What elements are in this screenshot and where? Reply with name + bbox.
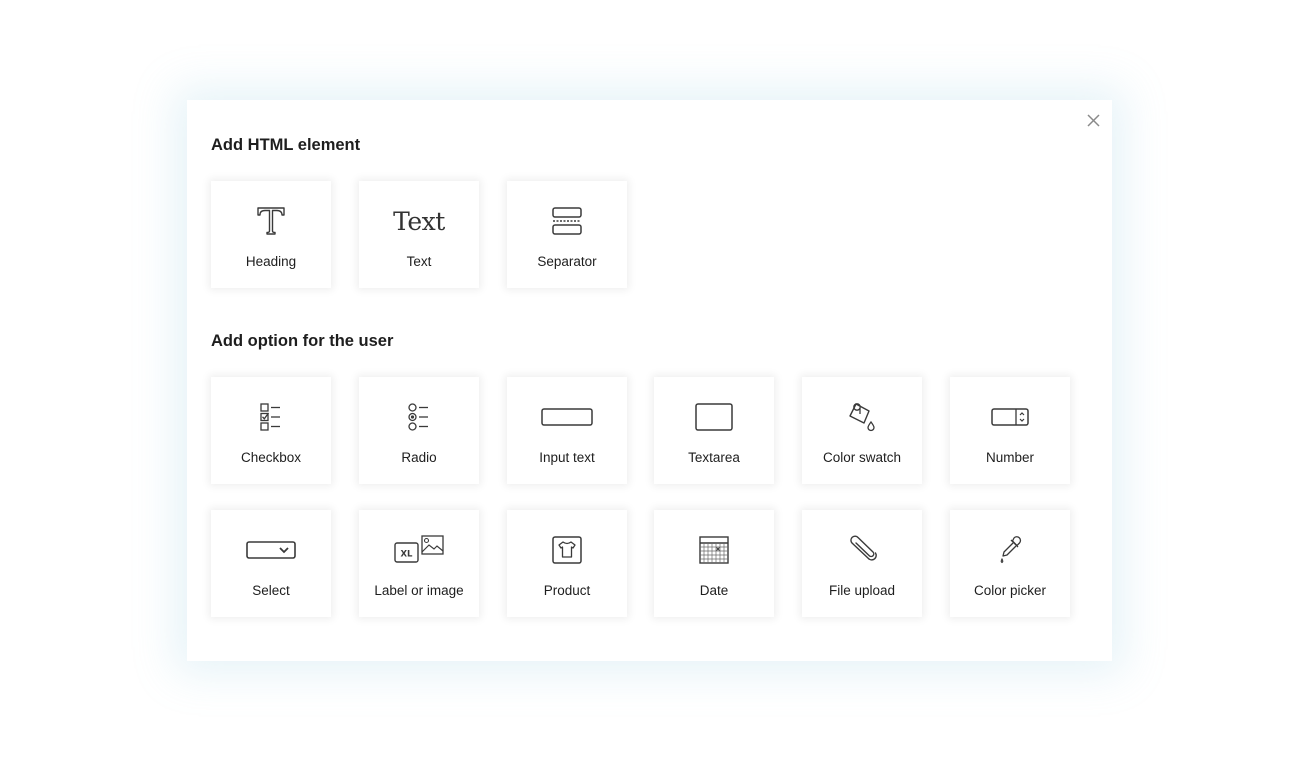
element-card-text[interactable]: Text Text	[359, 181, 479, 288]
option-card-color-swatch[interactable]: Color swatch	[802, 377, 922, 484]
radio-icon	[359, 395, 479, 439]
card-label: Separator	[537, 254, 597, 269]
option-card-file-upload[interactable]: File upload	[802, 510, 922, 617]
input-text-icon	[507, 395, 627, 439]
option-card-number[interactable]: Number	[950, 377, 1070, 484]
heading-icon	[211, 199, 331, 243]
card-label: Date	[699, 583, 729, 598]
tshirt-icon	[507, 528, 627, 572]
section-title-html-elements: Add HTML element	[211, 136, 361, 154]
number-stepper-icon	[950, 395, 1070, 439]
close-button[interactable]	[1083, 110, 1103, 130]
separator-icon	[507, 199, 627, 243]
calendar-icon	[654, 528, 774, 572]
card-label: File upload	[828, 583, 896, 598]
select-dropdown-icon	[211, 528, 331, 572]
option-card-color-picker[interactable]: Color picker	[950, 510, 1070, 617]
paint-bucket-icon	[802, 395, 922, 439]
card-label: Input text	[539, 450, 595, 465]
card-label: Heading	[245, 254, 297, 269]
option-card-product[interactable]: Product	[507, 510, 627, 617]
text-icon: Text	[359, 199, 479, 243]
eyedropper-icon	[950, 528, 1070, 572]
card-label: Color picker	[973, 583, 1047, 598]
element-card-heading[interactable]: Heading	[211, 181, 331, 288]
option-card-label-or-image[interactable]: XL Label or image	[359, 510, 479, 617]
card-label: Number	[985, 450, 1034, 465]
option-card-select[interactable]: Select	[211, 510, 331, 617]
option-card-date[interactable]: Date	[654, 510, 774, 617]
xl-glyph: XL	[401, 550, 414, 560]
card-label: Text	[406, 254, 432, 269]
paperclip-icon	[802, 528, 922, 572]
card-label: Checkbox	[240, 450, 302, 465]
card-label: Color swatch	[822, 450, 902, 465]
option-card-checkbox[interactable]: Checkbox	[211, 377, 331, 484]
checkbox-icon	[211, 395, 331, 439]
add-element-dialog: Add HTML element Heading Text Text Separ…	[187, 100, 1112, 661]
card-label: Product	[543, 583, 591, 598]
option-card-input-text[interactable]: Input text	[507, 377, 627, 484]
close-icon	[1086, 113, 1100, 127]
card-label: Radio	[401, 450, 437, 465]
card-label: Select	[252, 583, 290, 598]
option-card-textarea[interactable]: Textarea	[654, 377, 774, 484]
card-label: Textarea	[688, 450, 740, 465]
text-glyph: Text	[393, 206, 445, 236]
section-title-user-options: Add option for the user	[211, 332, 394, 350]
label-image-icon: XL	[359, 528, 479, 572]
card-label: Label or image	[374, 583, 464, 598]
option-card-radio[interactable]: Radio	[359, 377, 479, 484]
textarea-icon	[654, 395, 774, 439]
element-card-separator[interactable]: Separator	[507, 181, 627, 288]
